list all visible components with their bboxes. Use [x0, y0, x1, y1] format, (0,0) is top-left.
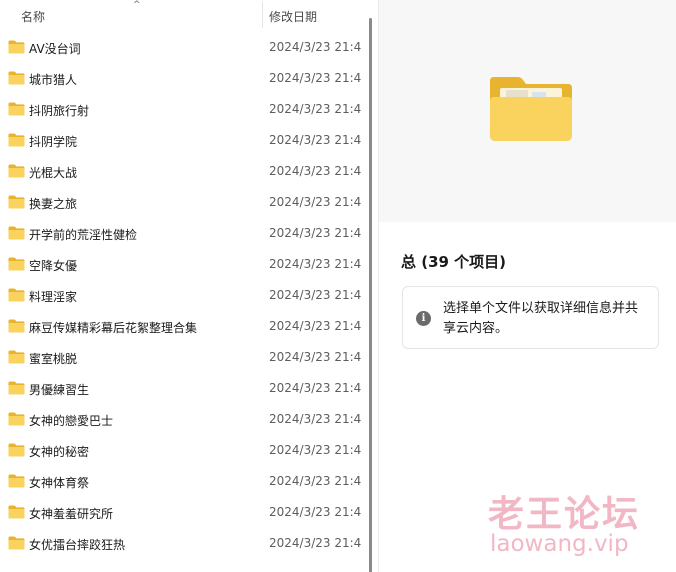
- file-modified-date: 2024/3/23 21:43: [269, 102, 362, 116]
- column-header-name[interactable]: 名称 ^: [0, 0, 262, 31]
- file-name: 抖阴学院: [29, 135, 78, 149]
- details-info-text: 选择单个文件以获取详细信息并共享云内容。: [443, 301, 639, 336]
- file-row[interactable]: 女神羞羞研究所 2024/3/23 21:43: [0, 497, 364, 528]
- file-modified-date: 2024/3/23 21:43: [269, 133, 362, 147]
- file-modified-date: 2024/3/23 21:43: [269, 257, 362, 271]
- file-row[interactable]: 麻豆传媒精彩幕后花絮整理合集 2024/3/23 21:43: [0, 311, 364, 342]
- folder-icon: [8, 504, 25, 519]
- folder-icon: [8, 132, 25, 147]
- folder-icon: [8, 70, 25, 85]
- folder-icon: [490, 77, 572, 141]
- file-name: 换妻之旅: [29, 197, 78, 211]
- folder-icon: [8, 163, 25, 178]
- file-row[interactable]: AV没台词 2024/3/23 21:43: [0, 32, 364, 63]
- file-row[interactable]: 男優練習生 2024/3/23 21:43: [0, 373, 364, 404]
- file-row[interactable]: 空降女優 2024/3/23 21:43: [0, 249, 364, 280]
- item-count-label: 总 (39 个项目): [401, 253, 507, 271]
- file-modified-date: 2024/3/23 21:43: [269, 412, 362, 426]
- file-modified-date: 2024/3/23 21:43: [269, 71, 362, 85]
- watermark: 老王论坛 laowang.vip: [470, 485, 670, 565]
- file-row[interactable]: 抖阴学院 2024/3/23 21:43: [0, 125, 364, 156]
- file-row[interactable]: 城市猎人 2024/3/23 21:43: [0, 63, 364, 94]
- file-name: 城市猎人: [29, 73, 78, 87]
- file-row[interactable]: 换妻之旅 2024/3/23 21:43: [0, 187, 364, 218]
- file-name: 光棍大战: [29, 166, 78, 180]
- file-row[interactable]: 女神的戀愛巴士 2024/3/23 21:43: [0, 404, 364, 435]
- file-modified-date: 2024/3/23 21:43: [269, 350, 362, 364]
- file-modified-date: 2024/3/23 21:43: [269, 40, 362, 54]
- file-name: 空降女優: [29, 259, 78, 273]
- file-name: 麻豆传媒精彩幕后花絮整理合集: [29, 321, 198, 335]
- folder-icon: [8, 442, 25, 457]
- file-name: 男優練習生: [29, 383, 90, 397]
- file-modified-date: 2024/3/23 21:43: [269, 381, 362, 395]
- file-name: 抖阴旅行射: [29, 104, 90, 118]
- file-modified-date: 2024/3/23 21:43: [269, 288, 362, 302]
- file-row[interactable]: 女神体育祭 2024/3/23 21:43: [0, 466, 364, 497]
- column-header-row: 名称 ^ 修改日期: [0, 0, 366, 31]
- file-row[interactable]: 料理淫家 2024/3/23 21:43: [0, 280, 364, 311]
- file-modified-date: 2024/3/23 21:43: [269, 536, 362, 550]
- folder-icon: [8, 380, 25, 395]
- file-name: 女神羞羞研究所: [29, 507, 114, 521]
- file-modified-date: 2024/3/23 21:43: [269, 319, 362, 333]
- folder-icon: [8, 194, 25, 209]
- folder-icon: [8, 256, 25, 271]
- watermark-title: 老王论坛: [488, 494, 641, 535]
- folder-icon: [8, 318, 25, 333]
- file-row[interactable]: 抖阴旅行射 2024/3/23 21:43: [0, 94, 364, 125]
- file-row[interactable]: 女优擂台摔跤狂热 2024/3/23 21:43: [0, 528, 364, 559]
- folder-icon: [8, 535, 25, 550]
- folder-icon: [8, 287, 25, 302]
- column-header-modified-label: 修改日期: [269, 10, 318, 24]
- column-header-modified[interactable]: 修改日期: [263, 0, 363, 31]
- column-header-name-label: 名称: [21, 10, 46, 24]
- folder-icon: [8, 225, 25, 240]
- file-row[interactable]: 蜜室桃脱 2024/3/23 21:43: [0, 342, 364, 373]
- file-name: 开学前的荒淫性健检: [29, 228, 138, 242]
- file-modified-date: 2024/3/23 21:43: [269, 226, 362, 240]
- vertical-scrollbar[interactable]: [366, 0, 378, 572]
- file-row[interactable]: 开学前的荒淫性健检 2024/3/23 21:43: [0, 218, 364, 249]
- file-list-pane: 名称 ^ 修改日期 AV没台词 2024/3/23 21:43 城市猎人 2024/3…: [0, 0, 366, 572]
- folder-icon: [8, 101, 25, 116]
- file-modified-date: 2024/3/23 21:43: [269, 474, 362, 488]
- folder-icon: [8, 411, 25, 426]
- details-info-card: i 选择单个文件以获取详细信息并共享云内容。: [402, 286, 659, 349]
- file-name: 女优擂台摔跤狂热: [29, 538, 126, 552]
- file-row[interactable]: 女神的秘密 2024/3/23 21:43: [0, 435, 364, 466]
- folder-icon: [8, 39, 25, 54]
- sort-ascending-icon: ^: [133, 0, 141, 10]
- file-name: AV没台词: [29, 42, 81, 56]
- file-row[interactable]: 光棍大战 2024/3/23 21:43: [0, 156, 364, 187]
- file-name: 女神的戀愛巴士: [29, 414, 114, 428]
- file-name: 女神的秘密: [29, 445, 90, 459]
- file-modified-date: 2024/3/23 21:43: [269, 505, 362, 519]
- folder-icon: [8, 349, 25, 364]
- file-name: 女神体育祭: [29, 476, 90, 490]
- file-modified-date: 2024/3/23 21:43: [269, 195, 362, 209]
- file-name: 料理淫家: [29, 290, 78, 304]
- file-modified-date: 2024/3/23 21:43: [269, 164, 362, 178]
- info-icon: i: [416, 311, 431, 326]
- scrollbar-thumb[interactable]: [369, 18, 372, 572]
- folder-icon: [8, 473, 25, 488]
- watermark-url: laowang.vip: [490, 531, 629, 557]
- file-name: 蜜室桃脱: [29, 352, 78, 366]
- preview-area: [379, 0, 676, 222]
- file-modified-date: 2024/3/23 21:43: [269, 443, 362, 457]
